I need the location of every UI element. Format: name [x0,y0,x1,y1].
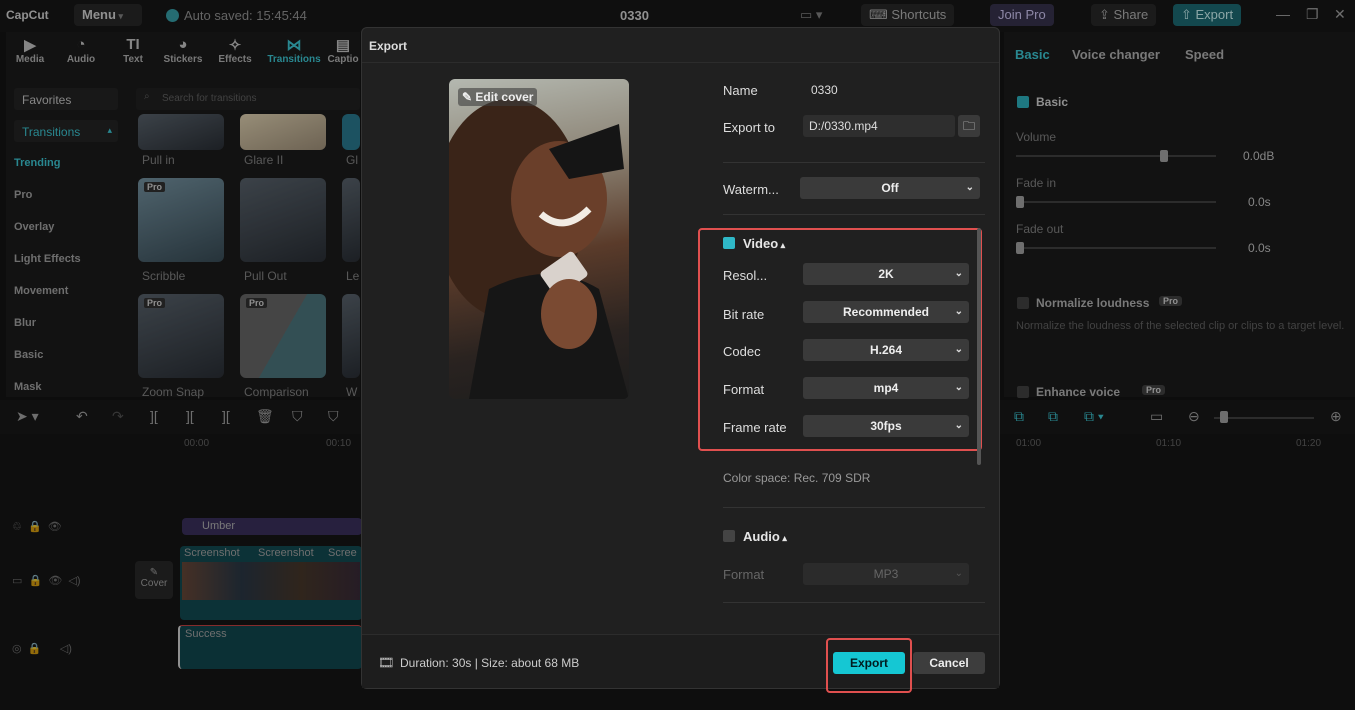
edit-cover-label: Edit cover [475,90,534,104]
export-dialog: Export ✎ Edit cover Name 0330 Export to … [361,27,1000,693]
export-to-label: Export to [723,120,776,135]
codec-select[interactable]: H.264 ⌄ [803,339,969,361]
watermark-select[interactable]: Off ⌄ [800,177,980,199]
chevron-down-icon: ⌄ [954,306,963,317]
divider [723,507,985,508]
folder-icon[interactable]: 🗀 [958,115,980,137]
edit-cover-button[interactable]: ✎ Edit cover [458,88,538,106]
codec-label: Codec [723,344,761,359]
cover-preview[interactable] [449,79,629,399]
format-label: Format [723,382,765,397]
chevron-down-icon: ⌄ [954,568,963,579]
dialog-title: Export [369,39,408,53]
cover-image [449,99,629,399]
codec-value: H.264 [869,343,903,357]
framerate-value: 30fps [870,419,902,433]
dialog-footer: 🎞 Duration: 30s | Size: about 68 MB Expo… [362,634,999,693]
bitrate-select[interactable]: Recommended ⌄ [803,301,969,323]
format-select[interactable]: mp4 ⌄ [803,377,969,399]
export-button[interactable]: Export [833,652,905,674]
format-value: mp4 [873,381,899,395]
divider [362,62,999,63]
divider [723,162,985,163]
resolution-select[interactable]: 2K ⌄ [803,263,969,285]
divider [723,214,985,215]
framerate-select[interactable]: 30fps ⌄ [803,415,969,437]
settings-scrollbar[interactable] [977,228,981,465]
chevron-up-icon: ▴ [779,533,787,543]
color-space-text: Color space: Rec. 709 SDR [723,471,871,485]
chevron-down-icon: ⌄ [954,268,963,279]
resolution-value: 2K [878,267,894,281]
chevron-down-icon: ⌄ [954,420,963,431]
chevron-up-icon: ▴ [778,240,786,250]
audio-format-label: Format [723,567,765,582]
name-label: Name [723,83,758,98]
video-checkbox[interactable] [723,237,735,249]
film-icon: 🎞 [378,655,395,670]
duration-size-info: Duration: 30s | Size: about 68 MB [400,656,580,670]
bitrate-value: Recommended [842,305,930,319]
edit-icon: ✎ [462,90,476,104]
video-section-label: Video [743,236,779,251]
audio-section-title[interactable]: Audio ▴ [743,529,787,544]
watermark-value: Off [881,181,899,195]
chevron-down-icon: ⌄ [965,182,974,193]
chevron-down-icon: ⌄ [954,382,963,393]
export-path-input[interactable]: D:/0330.mp4 [803,115,955,137]
resolution-label: Resol... [723,268,768,283]
chevron-down-icon: ⌄ [954,344,963,355]
divider [723,602,985,603]
framerate-label: Frame rate [723,420,787,435]
cancel-button[interactable]: Cancel [913,652,985,674]
bitrate-label: Bit rate [723,307,765,322]
audio-checkbox[interactable] [723,530,735,542]
audio-section-label: Audio [743,529,780,544]
audio-format-select[interactable]: MP3 ⌄ [803,563,969,585]
name-value[interactable]: 0330 [811,83,838,97]
audio-format-value: MP3 [873,567,899,581]
video-section-title[interactable]: Video ▴ [743,236,785,251]
watermark-label: Waterm... [723,182,779,197]
